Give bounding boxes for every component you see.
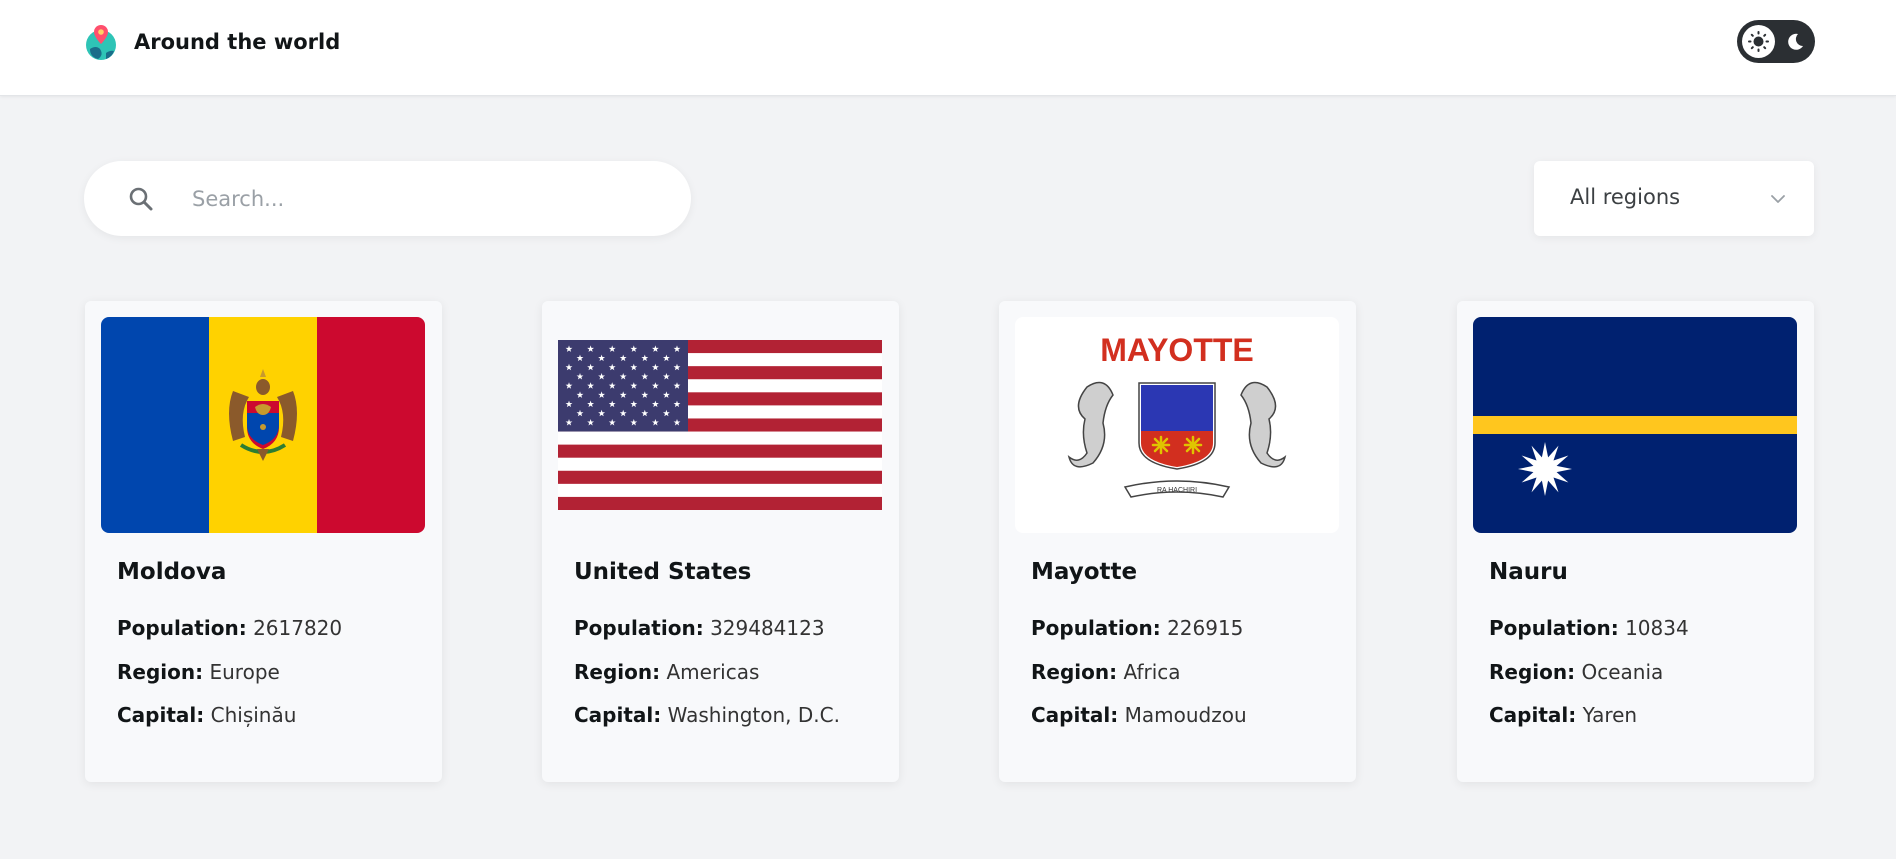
country-capital: Capital: Chișinău [117, 703, 297, 727]
brand[interactable]: Around the world [84, 22, 340, 62]
svg-text:MAYOTTE: MAYOTTE [1100, 332, 1254, 368]
country-population: Population: 10834 [1489, 616, 1689, 640]
country-region: Region: Oceania [1489, 660, 1664, 684]
nauru-flag [1473, 317, 1797, 533]
country-card-moldova[interactable]: Moldova Population: 2617820 Region: Euro… [85, 301, 442, 782]
search-input[interactable] [192, 179, 662, 219]
sun-icon [1748, 31, 1769, 52]
country-name: United States [574, 559, 752, 585]
search-icon [129, 187, 153, 211]
header: Around the world [0, 0, 1896, 96]
country-population: Population: 2617820 [117, 616, 343, 640]
moon-icon [1788, 33, 1803, 50]
us-flag [558, 317, 882, 533]
country-capital: Capital: Washington, D.C. [574, 703, 840, 727]
country-population: Population: 226915 [1031, 616, 1244, 640]
app-title: Around the world [134, 30, 341, 54]
theme-toggle[interactable] [1737, 20, 1815, 63]
region-filter-dropdown[interactable]: All regions [1534, 161, 1814, 236]
country-capital: Capital: Mamoudzou [1031, 703, 1247, 727]
search-box[interactable] [84, 161, 691, 236]
svg-text:RA HACHIRI: RA HACHIRI [1157, 487, 1197, 494]
mayotte-flag: MAYOTTE RA HACHIRI [1015, 317, 1339, 533]
country-region: Region: Americas [574, 660, 760, 684]
country-population: Population: 329484123 [574, 616, 825, 640]
country-region: Region: Europe [117, 660, 280, 684]
country-capital: Capital: Yaren [1489, 703, 1638, 727]
region-filter-value: All regions [1570, 185, 1681, 209]
country-name: Moldova [117, 559, 227, 585]
country-name: Mayotte [1031, 559, 1138, 585]
country-name: Nauru [1489, 559, 1568, 585]
country-card-mayotte[interactable]: MAYOTTE RA HACHIRI Mayotte Population: 2… [999, 301, 1356, 782]
country-card-united-states[interactable]: United States Population: 329484123 Regi… [542, 301, 899, 782]
globe-pin-icon [86, 25, 116, 60]
country-region: Region: Africa [1031, 660, 1181, 684]
country-card-nauru[interactable]: Nauru Population: 10834 Region: Oceania … [1457, 301, 1814, 782]
moldova-flag [101, 317, 425, 533]
chevron-down-icon [1771, 195, 1785, 203]
